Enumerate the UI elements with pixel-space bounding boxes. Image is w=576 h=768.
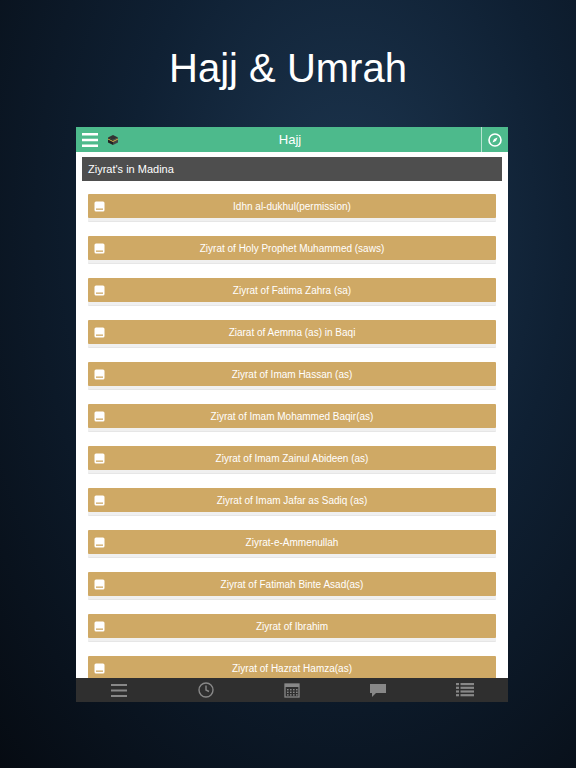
list-icon [456, 683, 474, 697]
tab-button[interactable] [335, 678, 421, 702]
compass-icon [488, 133, 502, 147]
header-title: Hajj [119, 132, 481, 147]
tab-button[interactable] [249, 678, 335, 702]
list-item[interactable]: Ziyrat of Holy Prophet Muhammed (saws) [88, 236, 496, 260]
list-item[interactable]: Ziyrat of Imam Hassan (as) [88, 362, 496, 386]
book-icon [94, 369, 105, 380]
list-item[interactable]: Ziyrat of Fatimah Binte Asad(as) [88, 572, 496, 596]
list-item[interactable]: Idhn al-dukhul(permission) [88, 194, 496, 218]
list-item[interactable]: Ziyrat of Imam Zainul Abideen (as) [88, 446, 496, 470]
tab-button[interactable] [76, 678, 162, 702]
section-header: Ziyrat's in Madina [82, 157, 502, 181]
chat-icon [369, 683, 387, 698]
list-item[interactable]: Ziarat of Aemma (as) in Baqi [88, 320, 496, 344]
ziyarat-list: Idhn al-dukhul(permission) Ziyrat of Hol… [82, 181, 502, 678]
content-area: Ziyrat's in Madina Idhn al-dukhul(permis… [76, 152, 508, 678]
book-icon [94, 285, 105, 296]
tab-button[interactable] [422, 678, 508, 702]
book-icon [94, 327, 105, 338]
list-item[interactable]: Ziyrat of Ibrahim [88, 614, 496, 638]
book-icon [94, 579, 105, 590]
header-bar: Hajj [76, 127, 508, 152]
app-title: Hajj & Umrah [169, 46, 407, 91]
book-icon [94, 243, 105, 254]
list-item[interactable]: Ziyrat of Hazrat Hamza(as) [88, 656, 496, 678]
list-item[interactable]: Ziyrat of Fatima Zahra (sa) [88, 278, 496, 302]
title-area: Hajj & Umrah [0, 0, 576, 127]
menu-icon [111, 684, 127, 697]
kaaba-icon [107, 134, 119, 146]
compass-button[interactable] [481, 127, 508, 152]
book-icon [94, 495, 105, 506]
book-icon [94, 621, 105, 632]
book-icon [94, 537, 105, 548]
book-icon [94, 663, 105, 674]
list-item[interactable]: Ziyrat of Imam Jafar as Sadiq (as) [88, 488, 496, 512]
hamburger-icon [82, 133, 98, 147]
tab-button[interactable] [162, 678, 248, 702]
tab-bar [76, 678, 508, 702]
book-icon [94, 201, 105, 212]
calendar-icon [284, 682, 300, 698]
app-screen: Hajj & Umrah Hajj Ziyrat's in Madina Idh… [0, 0, 576, 768]
book-icon [94, 411, 105, 422]
menu-button[interactable] [76, 133, 103, 147]
list-item[interactable]: Ziyrat-e-Ammenullah [88, 530, 496, 554]
book-icon [94, 453, 105, 464]
list-item[interactable]: Ziyrat of Imam Mohammed Baqir(as) [88, 404, 496, 428]
app-panel: Hajj Ziyrat's in Madina Idhn al-dukhul(p… [76, 127, 508, 702]
clock-icon [198, 682, 214, 698]
